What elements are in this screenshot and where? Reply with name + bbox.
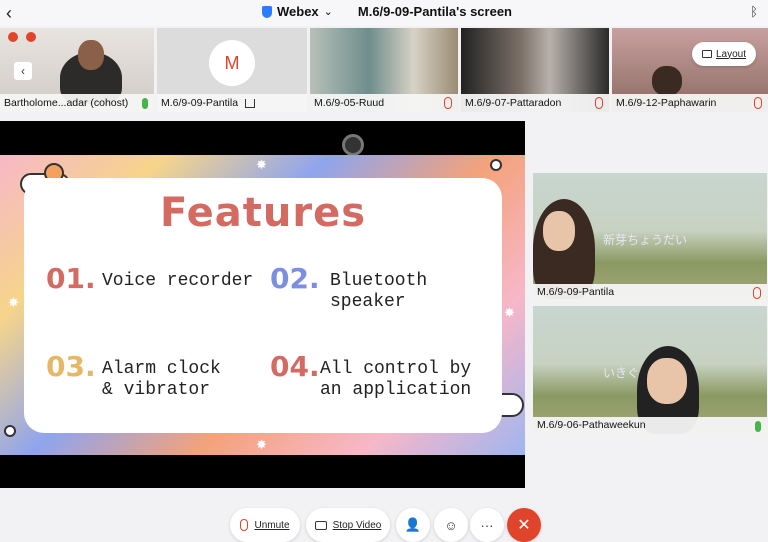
top-bar: ‹ Webex ⌄ M.6/9-09-Pantila's screen ᛒ: [0, 0, 768, 26]
mic-on-icon: [142, 98, 148, 109]
star-decoration: ✸: [256, 437, 267, 452]
item-number: 04.: [270, 350, 320, 383]
participant-tile[interactable]: ‹ Bartholome...adar (cohost): [0, 28, 154, 112]
mic-muted-icon: [444, 97, 452, 109]
back-chevron-icon[interactable]: ‹: [6, 3, 12, 24]
reactions-button[interactable]: ☺: [434, 508, 468, 542]
camera-indicator-icon: [342, 134, 364, 156]
layout-icon: [701, 50, 712, 58]
share-icon: [245, 99, 255, 108]
video-overlay-text: 新芽ちょうだい: [603, 233, 688, 247]
collapse-chevron-icon[interactable]: ‹: [14, 62, 32, 80]
participant-name: Bartholome...adar (cohost): [0, 94, 154, 112]
item-number: 01.: [46, 262, 96, 295]
app-name: Webex: [277, 4, 319, 19]
unmute-button[interactable]: Unmute: [230, 508, 300, 542]
stop-video-label: Stop Video: [332, 519, 382, 531]
participant-face: [543, 211, 575, 251]
participant-tile[interactable]: M M.6/9-09-Pantila: [157, 28, 307, 112]
dot-decoration: [4, 425, 16, 437]
mic-muted-icon: [753, 287, 761, 299]
shield-icon: [262, 5, 272, 18]
participant-video-tile[interactable]: いきぐ M.6/9-06-Pathaweekun: [533, 306, 767, 434]
unmute-label: Unmute: [254, 519, 290, 531]
shared-screen: ✸ ✸ ✸ ✸ Features 01. Voice recorder 02. …: [0, 121, 525, 488]
slide: ✸ ✸ ✸ ✸ Features 01. Voice recorder 02. …: [0, 155, 525, 455]
participant-tile[interactable]: M.6/9-07-Pattaradon: [461, 28, 609, 112]
item-text: Alarm clock & vibrator: [102, 359, 221, 400]
control-bar: Unmute Stop Video 👤 ☺ ··· ✕: [0, 506, 768, 542]
more-options-button[interactable]: ···: [470, 508, 504, 542]
video-overlay-text: いきぐ: [603, 366, 640, 380]
video-camera-icon: [314, 520, 327, 530]
participant-name: M.6/9-06-Pathaweekun: [533, 417, 767, 434]
avatar: M: [209, 40, 255, 86]
record-icon: [26, 32, 36, 42]
participant-face: [78, 40, 104, 70]
participant-name: M.6/9-09-Pantila: [157, 94, 307, 112]
participant-video-tile[interactable]: 新芽ちょうだい M.6/9-09-Pantila: [533, 173, 767, 301]
participant-face: [652, 66, 682, 96]
participant-tile[interactable]: M.6/9-05-Ruud: [310, 28, 458, 112]
mic-on-icon: [755, 421, 761, 432]
star-decoration: ✸: [504, 305, 515, 320]
mic-muted-icon: [595, 97, 603, 109]
participant-strip: ‹ Bartholome...adar (cohost) M M.6/9-09-…: [0, 28, 768, 112]
mic-muted-icon: [754, 97, 762, 109]
participant-name: M.6/9-12-Paphawarin: [612, 94, 768, 112]
screen-title: M.6/9-09-Pantila's screen: [357, 4, 512, 19]
star-decoration: ✸: [8, 295, 19, 310]
item-number: 03.: [46, 350, 96, 383]
close-icon: ✕: [517, 517, 531, 534]
chevron-down-icon: ⌄: [323, 6, 333, 18]
participant-name: M.6/9-07-Pattaradon: [461, 94, 609, 112]
item-text: Bluetooth speaker: [330, 271, 428, 312]
star-decoration: ✸: [256, 157, 267, 172]
layout-label: Layout: [715, 48, 747, 60]
end-call-button[interactable]: ✕: [507, 508, 541, 542]
bluetooth-icon: ᛒ: [750, 4, 758, 19]
dot-decoration: [490, 159, 502, 171]
participants-icon: 👤: [404, 517, 422, 532]
participant-face: [647, 358, 687, 404]
more-icon: ···: [480, 517, 494, 533]
stop-video-button[interactable]: Stop Video: [306, 508, 390, 542]
slide-card: Features 01. Voice recorder 02. Bluetoot…: [24, 178, 502, 433]
item-text: Voice recorder: [102, 271, 254, 291]
slide-title: Features: [159, 190, 367, 236]
mic-muted-icon: [240, 519, 249, 531]
meeting-title-group[interactable]: Webex ⌄ M.6/9-09-Pantila's screen: [262, 4, 512, 19]
participant-tile[interactable]: M.6/9-12-Paphawarin: [612, 28, 768, 112]
record-icon: [8, 32, 18, 42]
participant-name: M.6/9-05-Ruud: [310, 94, 458, 112]
item-number: 02.: [270, 262, 320, 295]
item-text: All control by an application: [320, 359, 472, 400]
participants-button[interactable]: 👤: [396, 508, 430, 542]
participant-name: M.6/9-09-Pantila: [533, 284, 767, 301]
smiley-icon: ☺: [444, 517, 458, 533]
layout-button[interactable]: Layout: [692, 42, 756, 66]
